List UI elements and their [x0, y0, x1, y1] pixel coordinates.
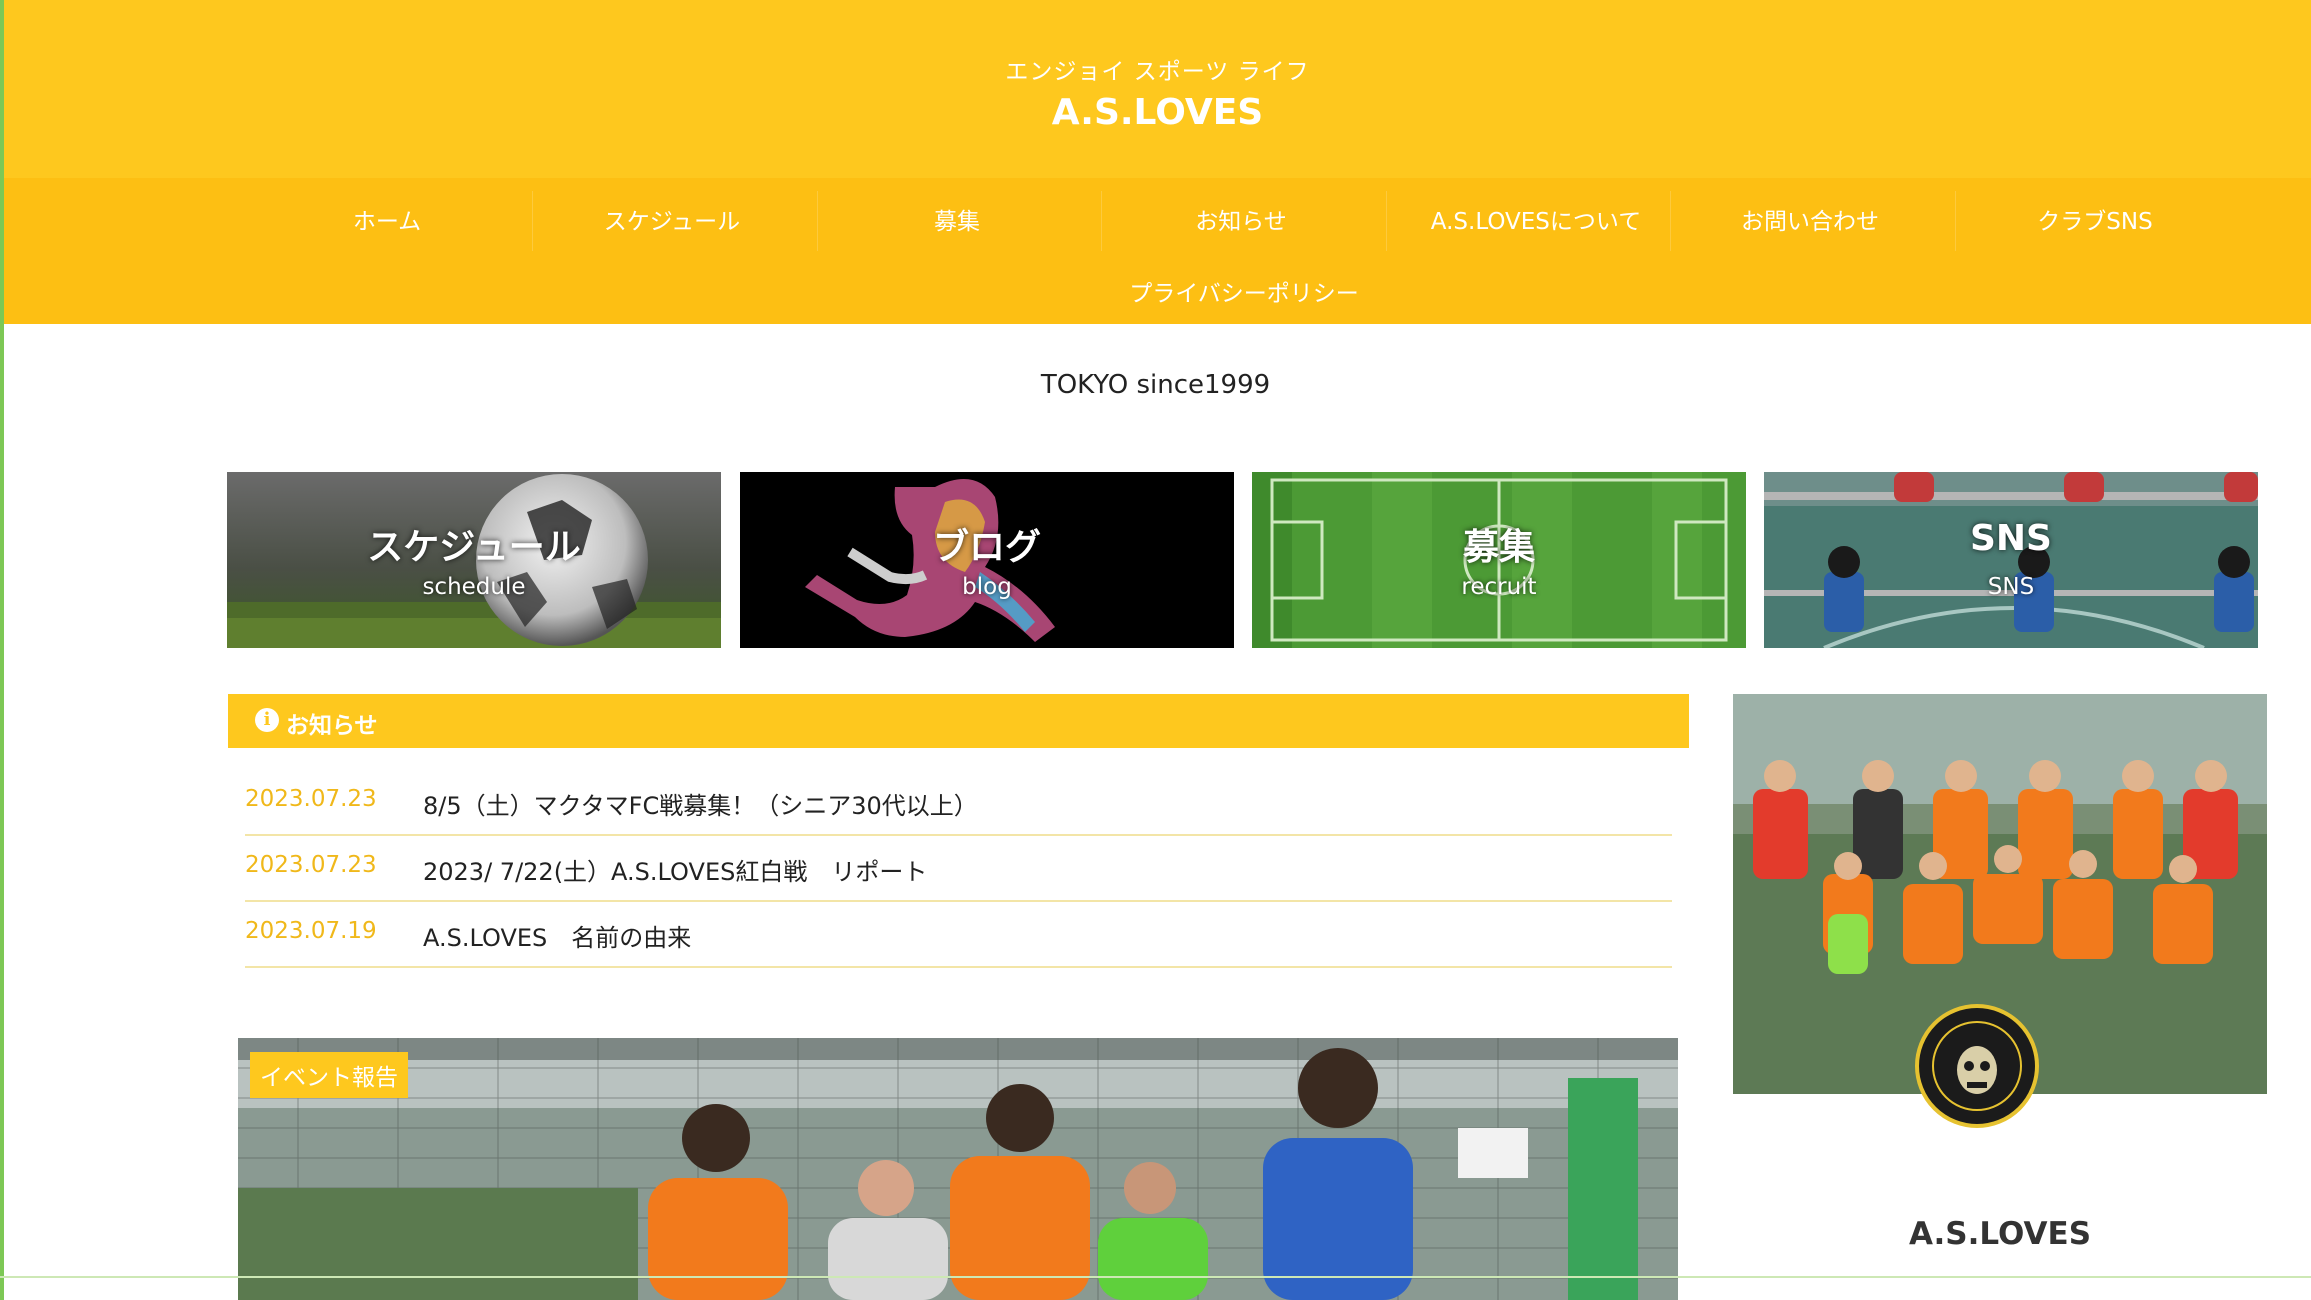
- news-item[interactable]: 2023.07.23 8/5（土）マクタマFC戦募集！（シニア30代以上）: [245, 768, 1672, 836]
- nav-divider: [817, 191, 818, 251]
- event-category-badge[interactable]: イベント報告: [250, 1052, 408, 1098]
- tile-sns[interactable]: SNS SNS: [1764, 472, 2258, 648]
- tile-title: SNS: [1970, 518, 2052, 559]
- nav-item-contact[interactable]: お問い合わせ: [1670, 202, 1950, 236]
- tile-subtitle: schedule: [422, 574, 526, 600]
- nav-divider: [1955, 191, 1956, 251]
- news-date: 2023.07.23: [245, 786, 377, 812]
- tile-title: ブログ: [932, 527, 1041, 568]
- profile-name: A.S.LOVES: [1908, 1216, 2092, 1252]
- nav-item-about[interactable]: A.S.LOVESについて: [1386, 202, 1686, 236]
- nav-item-recruit[interactable]: 募集: [817, 202, 1097, 236]
- nav-item-privacy[interactable]: プライバシーポリシー: [1094, 274, 1394, 308]
- site-title[interactable]: A.S.LOVES: [4, 92, 2311, 133]
- nav-divider: [532, 191, 533, 251]
- profile-widget: A.S.LOVES: [1733, 694, 2267, 1300]
- table-football-photo: [1764, 472, 2258, 648]
- news-date: 2023.07.23: [245, 852, 377, 878]
- tile-schedule[interactable]: スケジュール schedule: [227, 472, 721, 648]
- news-title[interactable]: 8/5（土）マクタマFC戦募集！（シニア30代以上）: [423, 786, 978, 821]
- nav-divider: [1101, 191, 1102, 251]
- since-text: TOKYO since1999: [1040, 370, 1271, 400]
- club-logo: [1915, 1004, 2039, 1128]
- tile-subtitle: SNS: [1987, 574, 2035, 600]
- team-photo: [238, 1038, 1678, 1300]
- nav-item-club-sns[interactable]: クラブSNS: [1955, 202, 2235, 236]
- tile-title: 募集: [1462, 527, 1535, 568]
- site-header: エンジョイ スポーツ ライフ A.S.LOVES: [4, 0, 2311, 178]
- info-icon: i: [255, 708, 279, 732]
- news-title[interactable]: 2023/ 7/22(土）A.S.LOVES紅白戦 リポート: [423, 852, 927, 887]
- news-item[interactable]: 2023.07.19 A.S.LOVES 名前の由来: [245, 900, 1672, 968]
- event-report-card[interactable]: イベント報告: [238, 1038, 1678, 1300]
- nav-item-news[interactable]: お知らせ: [1101, 202, 1381, 236]
- tile-title: スケジュール: [367, 527, 581, 568]
- news-item[interactable]: 2023.07.23 2023/ 7/22(土）A.S.LOVES紅白戦 リポー…: [245, 834, 1672, 902]
- nav-item-home[interactable]: ホーム: [247, 202, 527, 236]
- site-tagline: エンジョイ スポーツ ライフ: [1005, 59, 1310, 85]
- nav-divider: [1670, 191, 1671, 251]
- tile-recruit[interactable]: 募集 recruit: [1252, 472, 1746, 648]
- news-date: 2023.07.19: [245, 918, 377, 944]
- tile-subtitle: blog: [962, 574, 1012, 600]
- notice-header: i お知らせ: [228, 694, 1689, 748]
- page-bottom-border: [0, 1276, 2311, 1278]
- tile-subtitle: recruit: [1461, 574, 1537, 600]
- notice-heading: お知らせ: [286, 713, 378, 739]
- nav-divider: [1386, 191, 1387, 251]
- news-title[interactable]: A.S.LOVES 名前の由来: [423, 918, 691, 953]
- tile-blog[interactable]: ブログ blog: [740, 472, 1234, 648]
- nav-item-schedule[interactable]: スケジュール: [532, 202, 812, 236]
